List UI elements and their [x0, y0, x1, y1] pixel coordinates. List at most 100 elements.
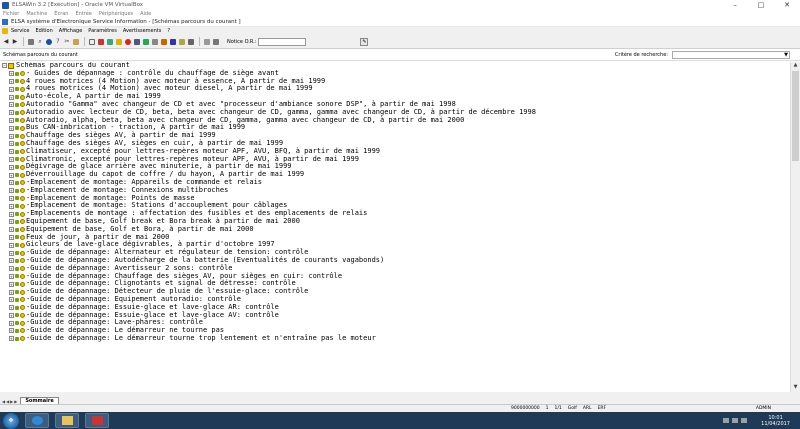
trash-icon[interactable]	[151, 38, 159, 46]
vbox-menu-machine[interactable]: Machine	[26, 11, 47, 17]
status-page: 1	[545, 406, 549, 411]
vbox-menu-input[interactable]: Entrée	[75, 11, 91, 17]
expand-icon[interactable]: +	[9, 71, 14, 77]
scroll-thumb[interactable]	[792, 71, 799, 161]
expand-icon[interactable]: +	[9, 242, 14, 248]
forward-icon[interactable]: ▶	[11, 38, 19, 46]
expand-icon[interactable]: +	[9, 281, 14, 287]
back-icon[interactable]: ◀	[2, 38, 10, 46]
taskbar-explorer-icon[interactable]	[55, 413, 79, 428]
expand-icon[interactable]: +	[9, 102, 14, 108]
menu-edition[interactable]: Edition	[35, 28, 52, 34]
notice-edit-button[interactable]: ✎	[360, 37, 369, 46]
expand-icon[interactable]: +	[9, 110, 14, 116]
collapse-icon[interactable]: –	[2, 63, 7, 69]
expand-icon[interactable]: +	[9, 234, 14, 240]
taskbar-ie-icon[interactable]	[25, 413, 49, 428]
clock[interactable]: 10:01 11/04/2017	[761, 415, 790, 427]
app-menu-icon[interactable]	[2, 28, 8, 34]
expand-icon[interactable]: +	[9, 149, 14, 155]
expand-icon[interactable]: +	[9, 188, 14, 194]
vbox-menu-help[interactable]: Aide	[140, 11, 151, 17]
view-icon	[15, 71, 19, 76]
expand-icon[interactable]: +	[9, 195, 14, 201]
schema-ball-icon	[20, 188, 25, 194]
vertical-scrollbar[interactable]: ▲ ▼	[790, 62, 800, 392]
vbox-menu-screen[interactable]: Écran	[54, 11, 68, 17]
help-icon[interactable]: ?	[54, 38, 62, 46]
settings-icon[interactable]	[187, 38, 195, 46]
expand-icon[interactable]: +	[9, 328, 14, 334]
expand-icon[interactable]: +	[9, 78, 14, 84]
maximize-button[interactable]: □	[748, 0, 774, 10]
menu-service[interactable]: Service	[11, 28, 29, 34]
taskbar-elsa-icon[interactable]	[85, 413, 109, 428]
menu-parametres[interactable]: Paramètres	[88, 28, 117, 34]
grid-icon[interactable]	[212, 38, 220, 46]
close-button[interactable]: ✕	[774, 0, 800, 10]
expand-icon[interactable]: +	[9, 266, 14, 272]
tray-arrow-icon[interactable]	[723, 418, 730, 423]
diagram-icon[interactable]	[160, 38, 168, 46]
expand-icon[interactable]: +	[9, 250, 14, 256]
expand-icon[interactable]: +	[9, 336, 14, 342]
schema-icon[interactable]	[97, 38, 105, 46]
expand-icon[interactable]: +	[9, 180, 14, 186]
expand-icon[interactable]: +	[9, 172, 14, 178]
chevron-down-icon[interactable]: ▼	[784, 52, 788, 58]
expand-icon[interactable]: +	[9, 211, 14, 217]
start-button[interactable]: ❖	[3, 412, 19, 429]
volume-icon[interactable]	[741, 418, 748, 423]
criteria-select[interactable]: ▼	[672, 51, 790, 59]
red-circle-icon[interactable]	[124, 38, 132, 46]
expand-icon[interactable]: +	[9, 320, 14, 326]
expand-icon[interactable]: +	[9, 219, 14, 225]
expand-icon[interactable]: +	[9, 289, 14, 295]
expand-icon[interactable]: +	[9, 133, 14, 139]
paste-icon[interactable]	[72, 38, 80, 46]
wrench-icon[interactable]	[133, 38, 141, 46]
expand-icon[interactable]: +	[9, 297, 14, 303]
print-icon[interactable]	[27, 38, 35, 46]
menu-affichage[interactable]: Affichage	[59, 28, 83, 34]
tab-sommaire[interactable]: Sommaire	[20, 397, 59, 404]
expand-icon[interactable]: +	[9, 94, 14, 100]
expand-icon[interactable]: +	[9, 305, 14, 311]
catalog-icon[interactable]	[106, 38, 114, 46]
vbox-window-title: ELSAWin 3.2 [Exécution] - Oracle VM Virt…	[12, 2, 144, 8]
cut-icon[interactable]: ✂	[63, 38, 71, 46]
vbox-menu-file[interactable]: Fichier	[3, 11, 19, 17]
info-icon[interactable]	[45, 38, 53, 46]
key-icon[interactable]	[178, 38, 186, 46]
view-icon	[15, 219, 19, 224]
vbox-menu-devices[interactable]: Périphériques	[99, 11, 133, 17]
expand-icon[interactable]: +	[9, 125, 14, 131]
expand-icon[interactable]: +	[9, 86, 14, 92]
expand-icon[interactable]: +	[9, 117, 14, 123]
expand-icon[interactable]: +	[9, 227, 14, 233]
search-icon[interactable]: ⌕	[36, 38, 44, 46]
vbox-menu-bar: Fichier Machine Écran Entrée Périphériqu…	[0, 10, 800, 18]
scroll-up-icon[interactable]: ▲	[791, 62, 800, 70]
scroll-down-icon[interactable]: ▼	[791, 384, 800, 392]
minimize-button[interactable]: –	[722, 0, 748, 10]
book-icon[interactable]	[115, 38, 123, 46]
expand-icon[interactable]: +	[9, 156, 14, 162]
document-icon[interactable]	[88, 38, 96, 46]
menu-avertissements[interactable]: Avertissements	[123, 28, 162, 34]
expand-icon[interactable]: +	[9, 164, 14, 170]
expand-icon[interactable]: +	[9, 141, 14, 147]
expand-icon[interactable]: +	[9, 273, 14, 279]
schema-ball-icon	[20, 234, 25, 240]
calculator-icon[interactable]	[203, 38, 211, 46]
expand-icon[interactable]: +	[9, 258, 14, 264]
car-icon[interactable]	[142, 38, 150, 46]
menu-help[interactable]: ?	[167, 28, 170, 34]
notice-input[interactable]	[258, 37, 307, 46]
tree-item[interactable]: + -Guide de dépannage: Le démarreur tourn…	[0, 334, 790, 343]
network-icon[interactable]	[732, 418, 739, 423]
expand-icon[interactable]: +	[9, 312, 14, 318]
tools-icon[interactable]	[169, 38, 177, 46]
expand-icon[interactable]: +	[9, 203, 14, 209]
schema-ball-icon	[20, 289, 25, 295]
